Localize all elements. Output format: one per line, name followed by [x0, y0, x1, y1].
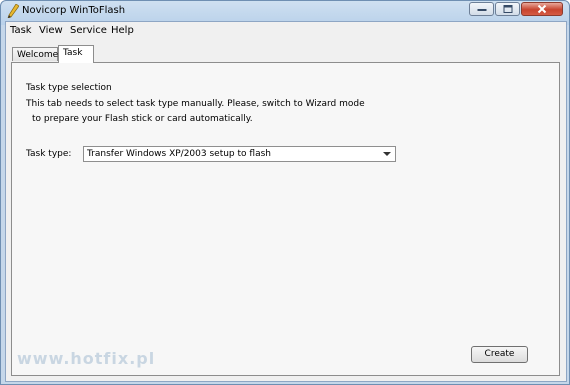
task-type-selected: Transfer Windows XP/2003 setup to flash: [87, 149, 271, 159]
close-button[interactable]: [521, 2, 563, 16]
section-heading: Task type selection: [26, 83, 112, 93]
task-type-label: Task type:: [26, 149, 72, 159]
menu-help[interactable]: Help: [111, 25, 134, 36]
app-window: Novicorp WinToFlash Task View Service He…: [0, 0, 570, 385]
create-button[interactable]: Create: [471, 346, 528, 363]
tab-task[interactable]: Task: [58, 45, 94, 63]
title-bar[interactable]: Novicorp WinToFlash: [1, 1, 569, 21]
chevron-down-icon[interactable]: [383, 152, 391, 156]
task-type-dropdown[interactable]: Transfer Windows XP/2003 setup to flash: [83, 146, 396, 162]
minimize-icon: [477, 9, 486, 11]
close-icon: [537, 4, 547, 14]
window-title: Novicorp WinToFlash: [22, 5, 126, 16]
pen-icon: [7, 4, 19, 18]
task-panel: Task type selection This tab needs to se…: [11, 62, 560, 376]
client-area: Task View Service Help Welcome! Task Tas…: [5, 21, 567, 382]
tab-welcome[interactable]: Welcome!: [12, 47, 62, 61]
window-controls: [468, 2, 563, 17]
menu-view[interactable]: View: [39, 25, 63, 36]
watermark-text: www.hotfix.pl: [17, 349, 156, 368]
maximize-button[interactable]: [495, 2, 520, 16]
maximize-icon: [503, 5, 512, 13]
description-line-2: to prepare your Flash stick or card auto…: [32, 114, 253, 124]
description-line-1: This tab needs to select task type manua…: [26, 99, 365, 109]
menu-bar: Task View Service Help: [6, 22, 566, 40]
minimize-button[interactable]: [469, 2, 494, 16]
menu-task[interactable]: Task: [10, 25, 32, 36]
menu-service[interactable]: Service: [70, 25, 107, 36]
